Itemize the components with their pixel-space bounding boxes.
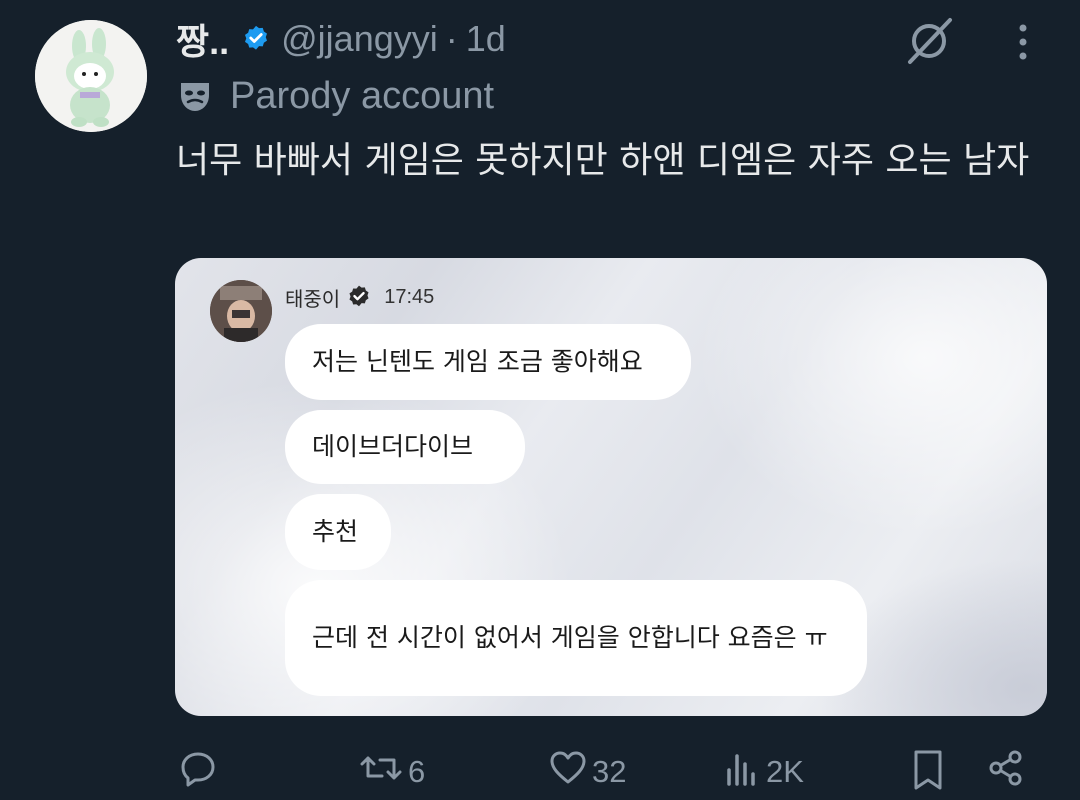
chat-bubble: 저는 닌텐도 게임 조금 좋아해요 — [285, 324, 691, 400]
parody-mask-icon — [178, 79, 212, 113]
display-name[interactable]: 짱.. — [176, 13, 229, 65]
views-count: 2K — [766, 754, 804, 789]
author-avatar[interactable] — [35, 20, 147, 132]
bookmark-button[interactable] — [908, 748, 952, 800]
tweet-time[interactable]: 1d — [466, 18, 506, 60]
views-button[interactable]: 2K — [722, 748, 804, 796]
parody-label-text: Parody account — [230, 74, 495, 117]
views-icon — [722, 748, 766, 796]
chat-sender-name: 태중이 — [285, 286, 341, 311]
tweet-header: 짱.. @jjangyyi · 1d — [176, 16, 506, 62]
tweet-media-image[interactable]: 태중이 17:45 저는 닌텐도 게임 조금 좋아해요 데이브더다이브 추천 근… — [175, 258, 1047, 716]
chat-message: 추천 — [312, 517, 359, 546]
author-handle[interactable]: @jjangyyi — [281, 18, 438, 60]
chat-message: 근데 전 시간이 없어서 게임을 안합니다 요즘은 ㅠ — [312, 623, 828, 652]
chat-avatar — [210, 280, 272, 342]
repost-icon — [358, 748, 408, 796]
verified-badge-icon[interactable] — [241, 24, 271, 54]
chat-bubble: 데이브더다이브 — [285, 410, 525, 484]
repost-count: 6 — [408, 754, 426, 789]
chat-sender: 태중이 17:45 — [285, 282, 434, 312]
grok-icon[interactable] — [902, 14, 956, 73]
chat-verified-badge-icon — [346, 284, 372, 310]
chat-bubble: 추천 — [285, 494, 391, 570]
reply-button[interactable] — [178, 748, 222, 796]
parody-label[interactable]: Parody account — [178, 74, 494, 118]
reply-icon — [178, 748, 222, 796]
like-count: 32 — [592, 754, 627, 789]
share-icon — [986, 748, 1030, 796]
like-icon — [548, 748, 592, 796]
tweet-actions: 6 32 2K — [0, 744, 1080, 790]
chat-time: 17:45 — [384, 285, 435, 308]
tweet-text: 너무 바빠서 게임은 못하지만 하앤 디엠은 자주 오는 남자 — [176, 140, 1030, 181]
bookmark-icon — [908, 748, 952, 800]
chat-message: 데이브더다이브 — [312, 432, 474, 461]
share-button[interactable] — [986, 748, 1030, 796]
like-button[interactable]: 32 — [548, 748, 626, 796]
repost-button[interactable]: 6 — [358, 748, 425, 796]
separator-dot: · — [445, 18, 458, 59]
background-swirl — [695, 258, 1047, 538]
chat-message: 저는 닌텐도 게임 조금 좋아해요 — [312, 347, 643, 376]
chat-bubble: 근데 전 시간이 없어서 게임을 안합니다 요즘은 ㅠ — [285, 580, 867, 696]
more-icon[interactable] — [1010, 22, 1036, 67]
